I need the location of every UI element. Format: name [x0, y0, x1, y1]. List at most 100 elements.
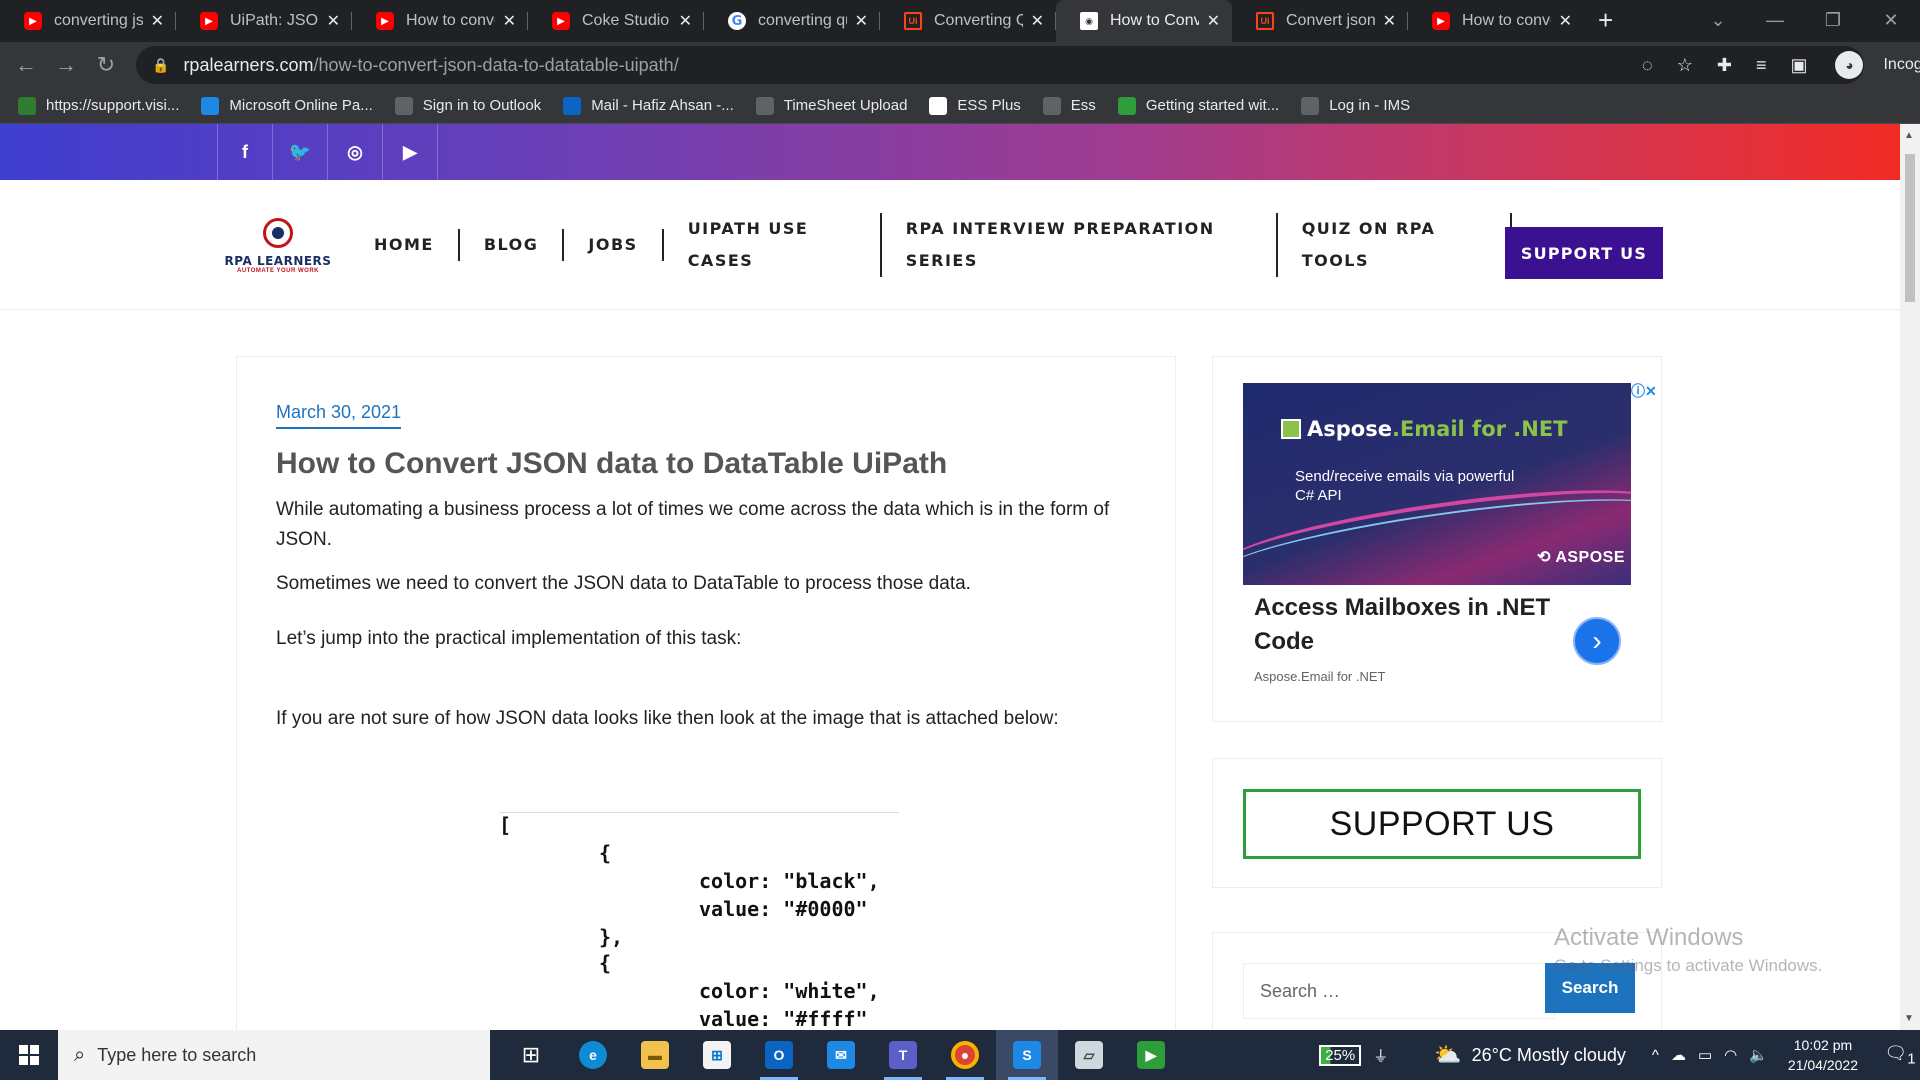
youtube-icon: ▶: [376, 12, 394, 30]
teams-icon[interactable]: T: [872, 1030, 934, 1080]
facebook-icon[interactable]: f: [218, 124, 273, 180]
wifi-icon[interactable]: ◠: [1724, 1046, 1737, 1064]
bookmark-star-icon[interactable]: ☆: [1677, 55, 1693, 76]
bookmark-item[interactable]: TimeSheet Upload: [755, 96, 907, 115]
scroll-down-arrow-icon[interactable]: ▼: [1904, 1013, 1914, 1024]
bookmark-item[interactable]: ESS Plus: [929, 96, 1021, 115]
support-us-box[interactable]: SUPPORT US: [1243, 789, 1641, 859]
browser-tab[interactable]: UiConvert json to✕: [1232, 0, 1408, 42]
bookmark-item[interactable]: Mail - Hafiz Ahsan -...: [563, 96, 734, 115]
instagram-icon[interactable]: ◎: [328, 124, 383, 180]
nav-quiz-rpa-tools[interactable]: QUIZ ON RPA TOOLS: [1278, 213, 1512, 277]
close-tab-icon[interactable]: ✕: [1031, 11, 1044, 31]
ad-choices-icon[interactable]: ⓘ✕: [1631, 381, 1657, 401]
close-tab-icon[interactable]: ✕: [151, 11, 164, 31]
globe-icon: [1301, 96, 1320, 115]
edge-icon[interactable]: e: [562, 1030, 624, 1080]
new-tab-button[interactable]: +: [1598, 0, 1613, 42]
browser-tab[interactable]: ▶Coke Studio | Season 14✕: [528, 0, 704, 42]
chevron-right-icon[interactable]: ›: [1573, 617, 1621, 665]
battery-icon[interactable]: ▭: [1698, 1046, 1712, 1064]
taskbar-search[interactable]: ⌕ Type here to search: [58, 1030, 490, 1080]
taskbar-apps: ⊞ e ▬ ⊞ O ✉ T ● S ▱ ▶: [500, 1030, 1182, 1080]
support-us-button[interactable]: SUPPORT US: [1505, 227, 1663, 279]
chrome-icon[interactable]: ●: [934, 1030, 996, 1080]
clock[interactable]: 10:02 pm 21/04/2022: [1788, 1035, 1858, 1075]
scroll-up-arrow-icon[interactable]: ▲: [1904, 130, 1914, 141]
bookmark-item[interactable]: Log in - IMS: [1301, 96, 1410, 115]
twitter-icon[interactable]: 🐦: [273, 124, 328, 180]
nav-uipath-use-cases[interactable]: UIPATH USE CASES: [664, 213, 882, 277]
bookmark-item[interactable]: Sign in to Outlook: [394, 96, 541, 115]
nav-jobs[interactable]: JOBS: [564, 229, 664, 261]
browser-tab[interactable]: ▶How to convert json✕: [352, 0, 528, 42]
ad-banner[interactable]: Aspose.Email for .NET Send/receive email…: [1243, 383, 1631, 585]
address-bar[interactable]: 🔒 rpalearners.com/how-to-convert-json-da…: [136, 46, 1864, 84]
close-window-button[interactable]: ✕: [1862, 0, 1920, 42]
close-tab-icon[interactable]: ✕: [503, 11, 516, 31]
search-input[interactable]: Search …: [1243, 963, 1555, 1019]
notes-app-icon[interactable]: ▱: [1058, 1030, 1120, 1080]
site-header: RPA LEARNERS AUTOMATE YOUR WORK HOME BLO…: [0, 180, 1900, 310]
nav-blog[interactable]: BLOG: [460, 229, 565, 261]
tracking-eye-slash-icon[interactable]: ◌: [1642, 55, 1653, 76]
chevron-up-icon[interactable]: ^: [1652, 1047, 1659, 1064]
getting-started-icon: [1117, 96, 1136, 115]
browser-tab[interactable]: Gconverting query✕: [704, 0, 880, 42]
media-player-icon[interactable]: ▶: [1120, 1030, 1182, 1080]
partly-cloudy-icon: ⛅: [1434, 1042, 1462, 1067]
nav-rpa-interview-prep[interactable]: RPA INTERVIEW PREPARATION SERIES: [882, 213, 1278, 277]
close-tab-icon[interactable]: ✕: [679, 11, 692, 31]
browser-tab[interactable]: ▶converting json to datatable✕: [0, 0, 176, 42]
mail-icon[interactable]: ✉: [810, 1030, 872, 1080]
tab-search-chevron-icon[interactable]: ⌄: [1698, 0, 1738, 40]
close-tab-icon[interactable]: ✕: [1207, 11, 1220, 31]
browser-tab[interactable]: ▶How to convert✕: [1408, 0, 1584, 42]
close-tab-icon[interactable]: ✕: [327, 11, 340, 31]
restore-button[interactable]: ❐: [1804, 0, 1862, 42]
back-button[interactable]: ←: [6, 45, 46, 85]
youtube-icon[interactable]: ▶: [383, 124, 438, 180]
microsoft-store-icon[interactable]: ⊞: [686, 1030, 748, 1080]
lock-icon[interactable]: 🔒: [152, 57, 169, 74]
task-view-icon[interactable]: ⊞: [500, 1030, 562, 1080]
nav-home[interactable]: HOME: [350, 229, 460, 261]
post-date[interactable]: March 30, 2021: [276, 402, 402, 429]
close-tab-icon[interactable]: ✕: [1559, 11, 1572, 31]
paragraph: Let’s jump into the practical implementa…: [276, 628, 742, 649]
bookmark-item[interactable]: Ess: [1042, 96, 1096, 115]
reload-button[interactable]: ↻: [86, 45, 126, 85]
plug-icon: ⏚: [1373, 1047, 1389, 1065]
notification-icon[interactable]: 🗨1: [1880, 1043, 1920, 1068]
globe-icon: [755, 96, 774, 115]
page-scrollbar[interactable]: ▲ ▼: [1900, 124, 1920, 1030]
code-line: {: [599, 841, 612, 865]
onedrive-icon[interactable]: ☁: [1671, 1046, 1686, 1064]
extensions-icon[interactable]: ✚: [1717, 55, 1732, 76]
battery-indicator[interactable]: 25%: [1319, 1044, 1362, 1066]
ad-headline[interactable]: Access Mailboxes in .NET Code: [1254, 591, 1564, 659]
windows-logo-icon: [19, 1045, 39, 1065]
close-tab-icon[interactable]: ✕: [855, 11, 868, 31]
browser-tab[interactable]: UiConverting Query✕: [880, 0, 1056, 42]
incognito-profile[interactable]: ◕Incognito: [1823, 51, 1920, 79]
browser-tab-active[interactable]: ◉How to Convert JSON✕: [1056, 0, 1232, 42]
weather-widget[interactable]: ⛅ 26°C Mostly cloudy: [1434, 1042, 1626, 1068]
site-logo[interactable]: RPA LEARNERS AUTOMATE YOUR WORK: [215, 218, 341, 278]
browser-tab[interactable]: ▶UiPath: JSON to DataTable✕: [176, 0, 352, 42]
volume-icon[interactable]: 🔈: [1749, 1046, 1768, 1064]
tab-strip: ▶converting json to datatable✕ ▶UiPath: …: [0, 0, 1920, 42]
uipath-studio-icon[interactable]: S: [996, 1030, 1058, 1080]
forward-button[interactable]: →: [46, 45, 86, 85]
reading-list-icon[interactable]: ≡: [1756, 55, 1767, 76]
side-panel-icon[interactable]: ▣: [1790, 55, 1807, 76]
bookmark-item[interactable]: Microsoft Online Pa...: [201, 96, 373, 115]
start-button[interactable]: [0, 1030, 58, 1080]
bookmark-item[interactable]: https://support.visi...: [18, 96, 179, 115]
minimize-button[interactable]: —: [1746, 0, 1804, 42]
file-explorer-icon[interactable]: ▬: [624, 1030, 686, 1080]
close-tab-icon[interactable]: ✕: [1383, 11, 1396, 31]
bookmark-item[interactable]: Getting started wit...: [1117, 96, 1279, 115]
outlook-icon[interactable]: O: [748, 1030, 810, 1080]
scrollbar-thumb[interactable]: [1905, 154, 1915, 302]
